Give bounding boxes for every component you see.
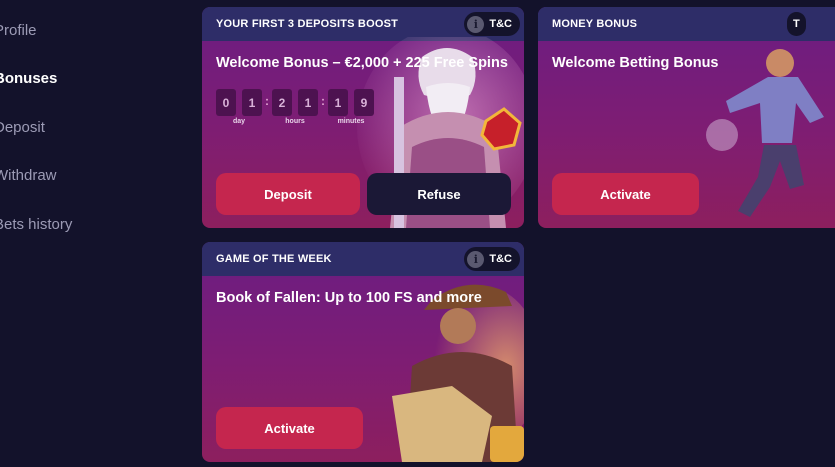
timer-digit: 9	[354, 89, 374, 116]
sidebar-item-bets-history[interactable]: Bets history	[0, 216, 72, 233]
activate-button[interactable]: Activate	[552, 173, 699, 215]
card-header-title: YOUR FIRST 3 DEPOSITS BOOST	[216, 18, 399, 30]
tc-label: T&C	[489, 253, 512, 265]
deposit-button[interactable]: Deposit	[216, 173, 360, 215]
money-bonus-card: MONEY BONUS T Welcome Betting Bonus Acti…	[538, 7, 835, 228]
timer-label-minutes: minutes	[337, 118, 365, 125]
info-icon: i	[467, 250, 485, 268]
timer-digit: 1	[298, 89, 318, 116]
tc-button[interactable]: T	[787, 12, 806, 36]
card-header-title: MONEY BONUS	[552, 18, 638, 30]
game-of-week-card: GAME OF THE WEEK i T&C Book of Fallen: U…	[202, 242, 524, 462]
tc-label: T&C	[489, 18, 512, 30]
timer-separator: :	[321, 94, 325, 108]
timer-label-hours: hours	[285, 118, 305, 125]
card-header-title: GAME OF THE WEEK	[216, 253, 332, 265]
timer-digit: 1	[328, 89, 348, 116]
sidebar-item-deposit[interactable]: Deposit	[0, 119, 45, 136]
tc-label: T	[793, 18, 800, 30]
account-sidebar: Profile Bonuses Deposit Withdraw Bets hi…	[0, 0, 200, 467]
card-header: YOUR FIRST 3 DEPOSITS BOOST i T&C	[202, 7, 524, 41]
bonus-title: Welcome Bonus – €2,000 + 225 Free Spins	[216, 55, 508, 71]
tc-button[interactable]: i T&C	[464, 12, 520, 36]
sidebar-item-withdraw[interactable]: Withdraw	[0, 167, 57, 184]
bonus-title: Book of Fallen: Up to 100 FS and more	[216, 290, 482, 306]
sidebar-item-bonuses[interactable]: Bonuses	[0, 70, 57, 87]
bonus-title: Welcome Betting Bonus	[552, 55, 719, 71]
tc-button[interactable]: i T&C	[464, 247, 520, 271]
card-header: MONEY BONUS T	[538, 7, 835, 41]
activate-button[interactable]: Activate	[216, 407, 363, 449]
card-header: GAME OF THE WEEK i T&C	[202, 242, 524, 276]
refuse-button[interactable]: Refuse	[367, 173, 511, 215]
deposit-boost-card: YOUR FIRST 3 DEPOSITS BOOST i T&C Welcom…	[202, 7, 524, 228]
timer-digit: 0	[216, 89, 236, 116]
timer-label-day: day	[232, 118, 246, 125]
timer-separator: :	[265, 94, 269, 108]
timer-digit: 1	[242, 89, 262, 116]
timer-digit: 2	[272, 89, 292, 116]
sidebar-item-profile[interactable]: Profile	[0, 22, 37, 39]
info-icon: i	[467, 15, 485, 33]
